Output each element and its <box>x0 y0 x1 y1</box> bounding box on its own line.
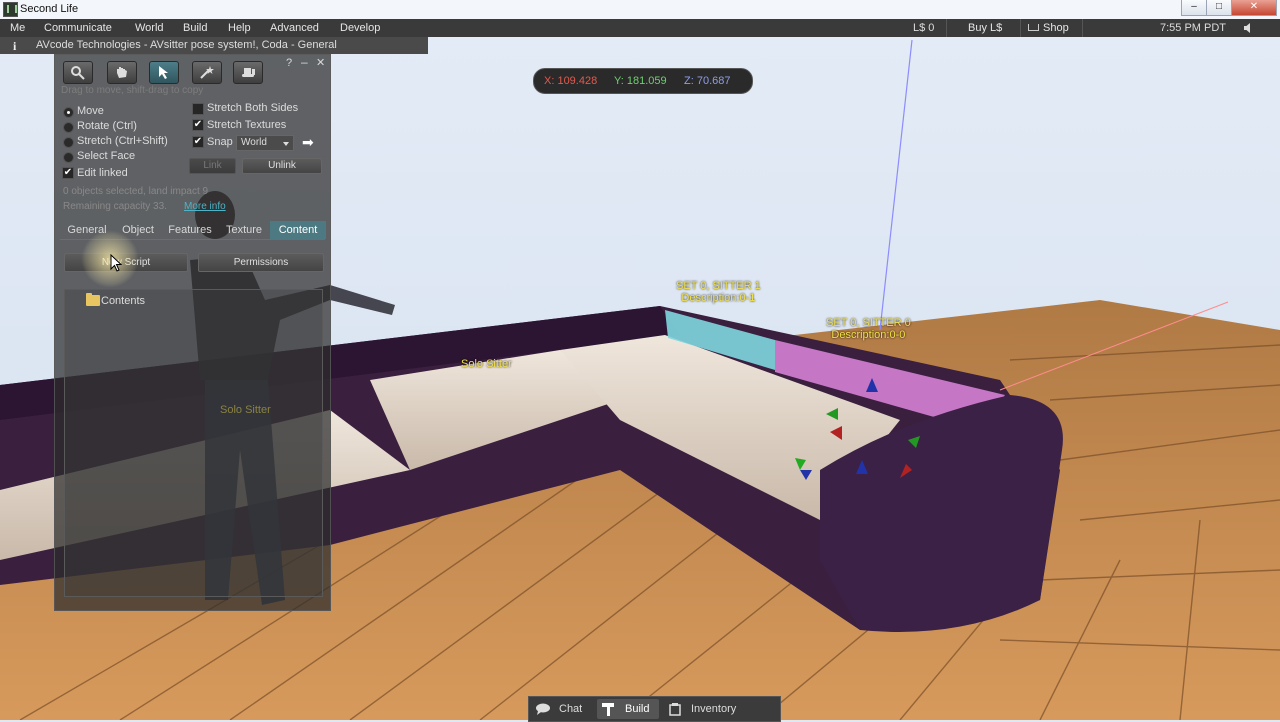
maximize-button[interactable]: □ <box>1206 0 1232 16</box>
linden-balance: L$ 0 <box>913 22 935 34</box>
radio-move[interactable] <box>63 107 74 118</box>
bulldozer-icon <box>242 68 255 77</box>
clock: 7:55 PM PDT <box>1160 22 1227 34</box>
radio-stretch[interactable] <box>63 137 74 148</box>
close-window-button[interactable]: ✕ <box>1231 0 1277 16</box>
floater-minimize-button[interactable]: – <box>301 55 308 69</box>
tab-features[interactable]: Features <box>165 221 215 239</box>
arrow-right-icon[interactable]: ➡ <box>302 134 314 151</box>
stretch-textures-label[interactable]: Stretch Textures <box>207 119 286 131</box>
edit-tool-button[interactable] <box>149 61 179 84</box>
tab-texture[interactable]: Texture <box>221 221 267 239</box>
snap-label[interactable]: Snap <box>207 136 233 148</box>
radio-rotate[interactable] <box>63 122 74 133</box>
minimize-button[interactable]: – <box>1181 0 1207 16</box>
location-text[interactable]: AVcode Technologies - AVsitter pose syst… <box>36 39 337 51</box>
land-tool-button[interactable] <box>233 61 263 84</box>
position-readout: X: 109.428 Y: 181.059 Z: 70.687 <box>533 68 753 94</box>
solo-sitter-label: Solo Sitter <box>461 358 512 370</box>
sitter-0-desc: Description:0-0 <box>831 329 906 341</box>
tool-hint: Drag to move, shift-drag to copy <box>61 85 204 96</box>
tab-content[interactable]: Content <box>270 221 326 239</box>
create-tool-button[interactable] <box>192 61 222 84</box>
build-button[interactable]: Build <box>625 697 649 721</box>
shop-cart-icon <box>1028 24 1039 31</box>
sitter-1-desc: Description:0-1 <box>681 292 756 304</box>
chevron-down-icon <box>283 142 289 146</box>
snap-mode-value: World <box>241 137 267 148</box>
menu-separator <box>946 19 947 37</box>
ghost-solo-sitter-label: Solo Sitter <box>220 404 271 416</box>
menu-separator <box>1020 19 1021 37</box>
arrow-cursor-icon <box>159 66 168 79</box>
more-info-link[interactable]: More info <box>184 201 226 212</box>
edit-linked-label[interactable]: Edit linked <box>77 167 128 179</box>
coord-x: X: 109.428 <box>544 75 598 87</box>
snap-checkbox[interactable]: ✔ <box>192 136 204 148</box>
magnifier-icon <box>71 66 85 80</box>
menu-develop[interactable]: Develop <box>340 22 380 34</box>
info-icon[interactable]: i <box>13 39 16 54</box>
floater-close-button[interactable]: ✕ <box>316 56 325 69</box>
radio-select-face[interactable] <box>63 152 74 163</box>
focus-tool-button[interactable] <box>63 61 93 84</box>
stretch-both-sides-label[interactable]: Stretch Both Sides <box>207 102 298 114</box>
coord-y: Y: 181.059 <box>614 75 667 87</box>
speaker-icon[interactable] <box>1244 23 1250 33</box>
chat-bubble-icon <box>536 703 550 715</box>
chat-button[interactable]: Chat <box>559 697 582 721</box>
coord-z: Z: 70.687 <box>684 75 731 87</box>
window-titlebar: Second Life – □ ✕ <box>0 0 1280 20</box>
capacity-status: Remaining capacity 33. <box>63 201 167 212</box>
folder-icon <box>86 293 100 306</box>
menu-build[interactable]: Build <box>183 22 207 34</box>
magic-wand-icon <box>200 66 214 79</box>
hammer-icon <box>602 703 614 716</box>
radio-select-face-label[interactable]: Select Face <box>77 150 135 162</box>
menu-advanced[interactable]: Advanced <box>270 22 319 34</box>
radio-stretch-label[interactable]: Stretch (Ctrl+Shift) <box>77 135 168 147</box>
sitter-1-title: SET 0, SITTER 1 <box>676 280 761 292</box>
sitter-0-label: SET 0, SITTER 0 Description:0-0 <box>826 317 911 341</box>
menu-world[interactable]: World <box>135 22 164 34</box>
bottom-toolbar: Chat Build Inventory <box>528 696 781 722</box>
permissions-button[interactable]: Permissions <box>198 253 324 272</box>
sitter-1-label: SET 0, SITTER 1 Description:0-1 <box>676 280 761 304</box>
second-life-app-icon <box>3 2 18 17</box>
menu-me[interactable]: Me <box>10 22 25 34</box>
unlink-button[interactable]: Unlink <box>242 158 322 174</box>
menu-separator <box>1082 19 1083 37</box>
hand-icon <box>117 67 127 78</box>
selection-status: 0 objects selected, land impact 9 <box>63 186 209 197</box>
contents-list[interactable]: Contents Solo Sitter <box>64 289 323 597</box>
link-button[interactable]: Link <box>189 158 236 174</box>
window-title: Second Life <box>20 3 79 15</box>
buy-linden-button[interactable]: Buy L$ <box>968 22 1002 34</box>
inventory-button[interactable]: Inventory <box>691 697 736 721</box>
inventory-icon <box>669 703 681 716</box>
menu-communicate[interactable]: Communicate <box>44 22 112 34</box>
build-floater: ? – ✕ Drag to move, shift-drag to copy M… <box>54 54 331 611</box>
menu-help[interactable]: Help <box>228 22 251 34</box>
move-tool-button[interactable] <box>107 61 137 84</box>
snap-mode-select[interactable]: World <box>236 135 294 151</box>
menu-bar: Me Communicate World Build Help Advanced… <box>0 19 1280 37</box>
contents-folder[interactable]: Contents <box>101 295 145 307</box>
sitter-0-title: SET 0, SITTER 0 <box>826 317 911 329</box>
mouse-cursor-icon <box>110 254 122 272</box>
location-bar: i AVcode Technologies - AVsitter pose sy… <box>0 37 428 54</box>
radio-move-label[interactable]: Move <box>77 105 104 117</box>
help-button[interactable]: ? <box>286 57 292 69</box>
shop-button[interactable]: Shop <box>1043 22 1069 34</box>
stretch-both-sides-checkbox[interactable] <box>192 103 204 115</box>
edit-linked-checkbox[interactable]: ✔ <box>62 167 74 179</box>
radio-rotate-label[interactable]: Rotate (Ctrl) <box>77 120 137 132</box>
stretch-textures-checkbox[interactable]: ✔ <box>192 119 204 131</box>
